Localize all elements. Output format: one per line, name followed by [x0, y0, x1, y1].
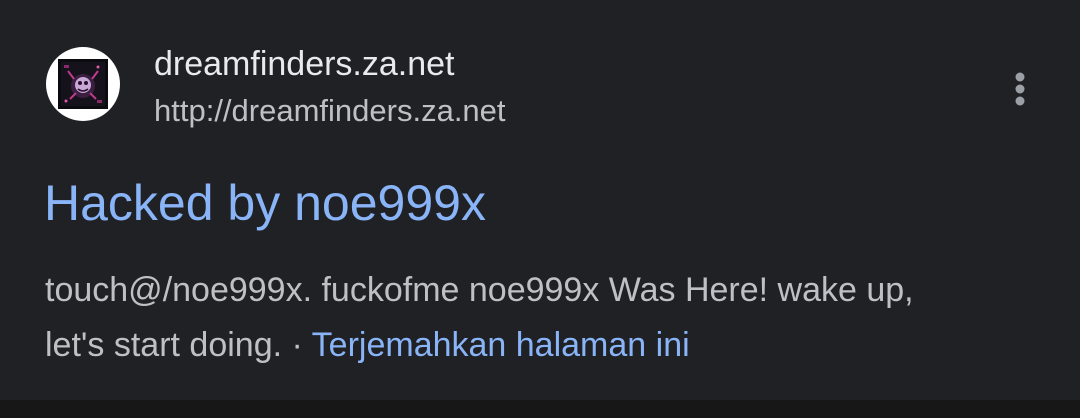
- snippet-line-2-text: let's start doing.: [45, 326, 283, 364]
- translate-page-link[interactable]: Terjemahkan halaman ini: [312, 326, 690, 364]
- site-favicon-icon: [46, 47, 120, 121]
- site-url[interactable]: http://dreamfinders.za.net: [154, 94, 506, 128]
- result-snippet: touch@/noe999x. fuckofme noe999x Was Her…: [45, 263, 1045, 373]
- site-header[interactable]: dreamfinders.za.net http://dreamfinders.…: [46, 46, 1006, 136]
- snippet-line-2: let's start doing. · Terjemahkan halaman…: [45, 318, 1045, 373]
- more-vert-icon: [1015, 72, 1025, 106]
- more-options-button[interactable]: [998, 62, 1042, 116]
- site-name[interactable]: dreamfinders.za.net: [154, 46, 455, 82]
- search-result-card: dreamfinders.za.net http://dreamfinders.…: [0, 0, 1080, 400]
- snippet-separator: ·: [282, 326, 312, 364]
- next-result-divider: [0, 400, 1080, 418]
- result-title-link[interactable]: Hacked by noe999x: [44, 174, 486, 232]
- favicon-image: [58, 59, 108, 109]
- snippet-line-1: touch@/noe999x. fuckofme noe999x Was Her…: [45, 271, 914, 309]
